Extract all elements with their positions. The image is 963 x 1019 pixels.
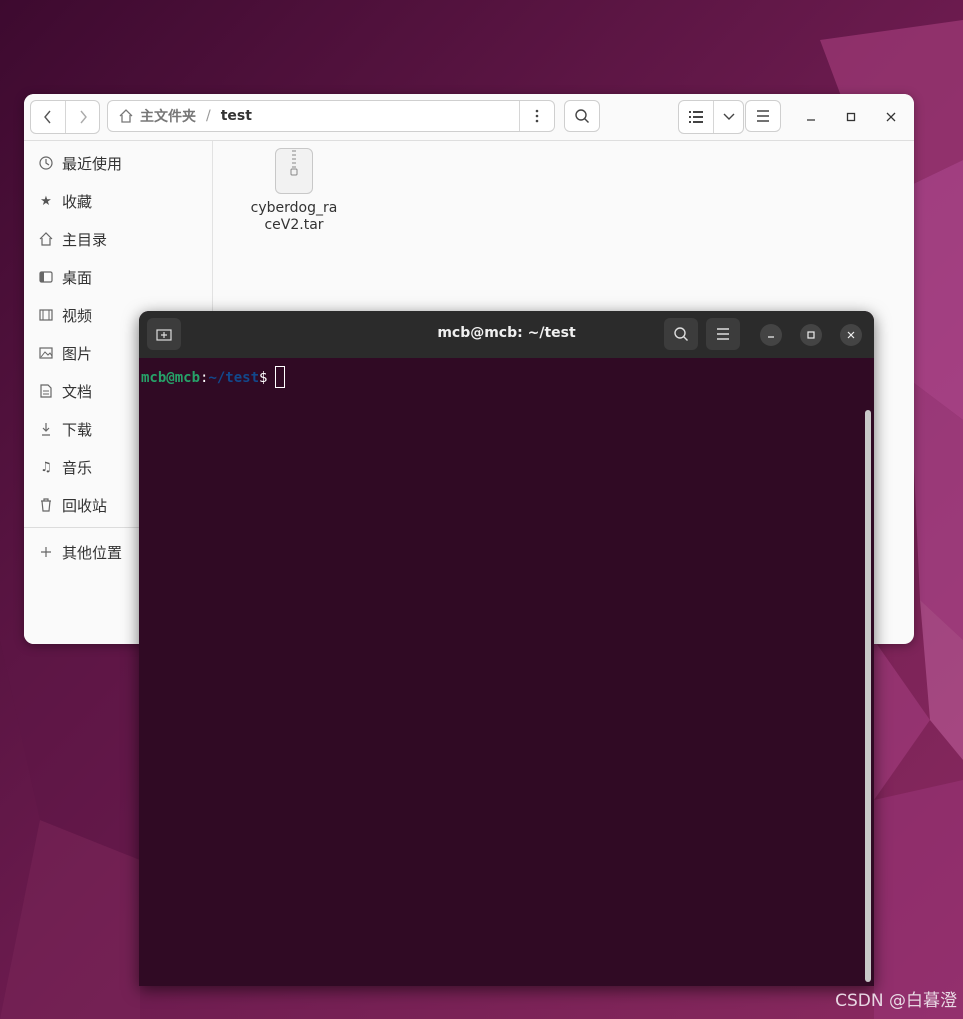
terminal-headerbar: mcb@mcb: ~/test bbox=[139, 311, 874, 358]
view-options-button[interactable] bbox=[713, 101, 743, 133]
search-icon bbox=[674, 327, 688, 341]
search-button[interactable] bbox=[564, 100, 600, 132]
home-icon bbox=[38, 231, 54, 247]
nav-button-group bbox=[30, 100, 100, 134]
search-icon bbox=[575, 109, 589, 123]
minimize-icon bbox=[768, 336, 774, 338]
sidebar-item-starred[interactable]: ★ 收藏 bbox=[24, 182, 212, 220]
sidebar-item-recent[interactable]: 最近使用 bbox=[24, 144, 212, 182]
home-icon bbox=[119, 109, 133, 123]
trash-icon bbox=[38, 497, 54, 513]
image-icon bbox=[38, 345, 54, 361]
sidebar-item-label: 下载 bbox=[62, 420, 93, 439]
hamburger-menu-icon bbox=[717, 328, 729, 340]
close-button[interactable] bbox=[880, 106, 902, 128]
sidebar-item-label: 收藏 bbox=[62, 192, 93, 211]
maximize-button[interactable] bbox=[840, 106, 862, 128]
sidebar-item-label: 主目录 bbox=[62, 230, 108, 249]
prompt-user-host: mcb@mcb bbox=[141, 370, 201, 386]
sidebar-item-label: 音乐 bbox=[62, 458, 93, 477]
breadcrumb-current[interactable]: test bbox=[221, 108, 252, 124]
music-icon: ♫ bbox=[40, 459, 52, 475]
chevron-down-icon bbox=[723, 113, 734, 120]
breadcrumb-separator: / bbox=[206, 108, 211, 124]
maximize-icon bbox=[846, 112, 856, 122]
minimize-icon bbox=[807, 119, 815, 121]
sidebar-item-label: 回收站 bbox=[62, 496, 108, 515]
watermark: CSDN @白暮澄 bbox=[835, 991, 957, 1011]
clock-icon bbox=[38, 155, 54, 171]
file-manager-headerbar: 主文件夹 / test bbox=[24, 94, 914, 141]
terminal-minimize-button[interactable] bbox=[760, 324, 782, 346]
list-view-button[interactable] bbox=[679, 101, 713, 133]
main-menu-button[interactable] bbox=[745, 100, 781, 132]
kebab-menu-icon bbox=[535, 109, 539, 123]
sidebar-item-label: 文档 bbox=[62, 382, 93, 401]
plus-icon bbox=[38, 544, 54, 560]
terminal-window: mcb@mcb: ~/test mcb@mcb:~/test$ bbox=[139, 311, 874, 986]
sidebar-item-label: 视频 bbox=[62, 306, 93, 325]
chevron-right-icon bbox=[79, 110, 87, 124]
text-cursor bbox=[275, 366, 286, 388]
file-name: cyberdog_raceV2.tar bbox=[250, 200, 338, 233]
prompt-dollar: $ bbox=[259, 370, 268, 386]
sidebar-item-label: 图片 bbox=[62, 344, 93, 363]
path-bar: 主文件夹 / test bbox=[107, 100, 555, 132]
terminal-menu-button[interactable] bbox=[706, 318, 740, 350]
terminal-close-button[interactable] bbox=[840, 324, 862, 346]
file-item[interactable]: cyberdog_raceV2.tar bbox=[250, 148, 338, 234]
desktop-icon bbox=[38, 269, 54, 285]
close-icon bbox=[886, 112, 896, 122]
back-button[interactable] bbox=[31, 101, 65, 133]
sidebar-item-home[interactable]: 主目录 bbox=[24, 220, 212, 258]
prompt-line: mcb@mcb:~/test$ bbox=[141, 366, 286, 388]
close-icon bbox=[847, 331, 855, 339]
minimize-button[interactable] bbox=[800, 106, 822, 128]
maximize-icon bbox=[807, 331, 815, 339]
film-icon bbox=[38, 307, 54, 323]
path-menu-button[interactable] bbox=[519, 101, 554, 131]
archive-icon bbox=[275, 148, 313, 194]
document-icon bbox=[38, 383, 54, 399]
terminal-content[interactable]: mcb@mcb:~/test$ bbox=[139, 358, 874, 986]
forward-button[interactable] bbox=[65, 101, 99, 133]
download-icon bbox=[38, 421, 54, 437]
terminal-maximize-button[interactable] bbox=[800, 324, 822, 346]
hamburger-menu-icon bbox=[757, 110, 769, 122]
sidebar-item-label: 其他位置 bbox=[62, 543, 123, 562]
terminal-search-button[interactable] bbox=[664, 318, 698, 350]
chevron-left-icon bbox=[44, 110, 51, 124]
sidebar-item-desktop[interactable]: 桌面 bbox=[24, 258, 212, 296]
prompt-path: ~/test bbox=[208, 370, 260, 386]
list-view-icon bbox=[689, 111, 703, 123]
view-toggle-group bbox=[678, 100, 744, 134]
sidebar-item-label: 桌面 bbox=[62, 268, 93, 287]
terminal-scrollbar[interactable] bbox=[865, 410, 871, 982]
star-icon: ★ bbox=[40, 193, 52, 209]
breadcrumb-home[interactable]: 主文件夹 bbox=[140, 106, 196, 126]
sidebar-item-label: 最近使用 bbox=[62, 154, 123, 173]
